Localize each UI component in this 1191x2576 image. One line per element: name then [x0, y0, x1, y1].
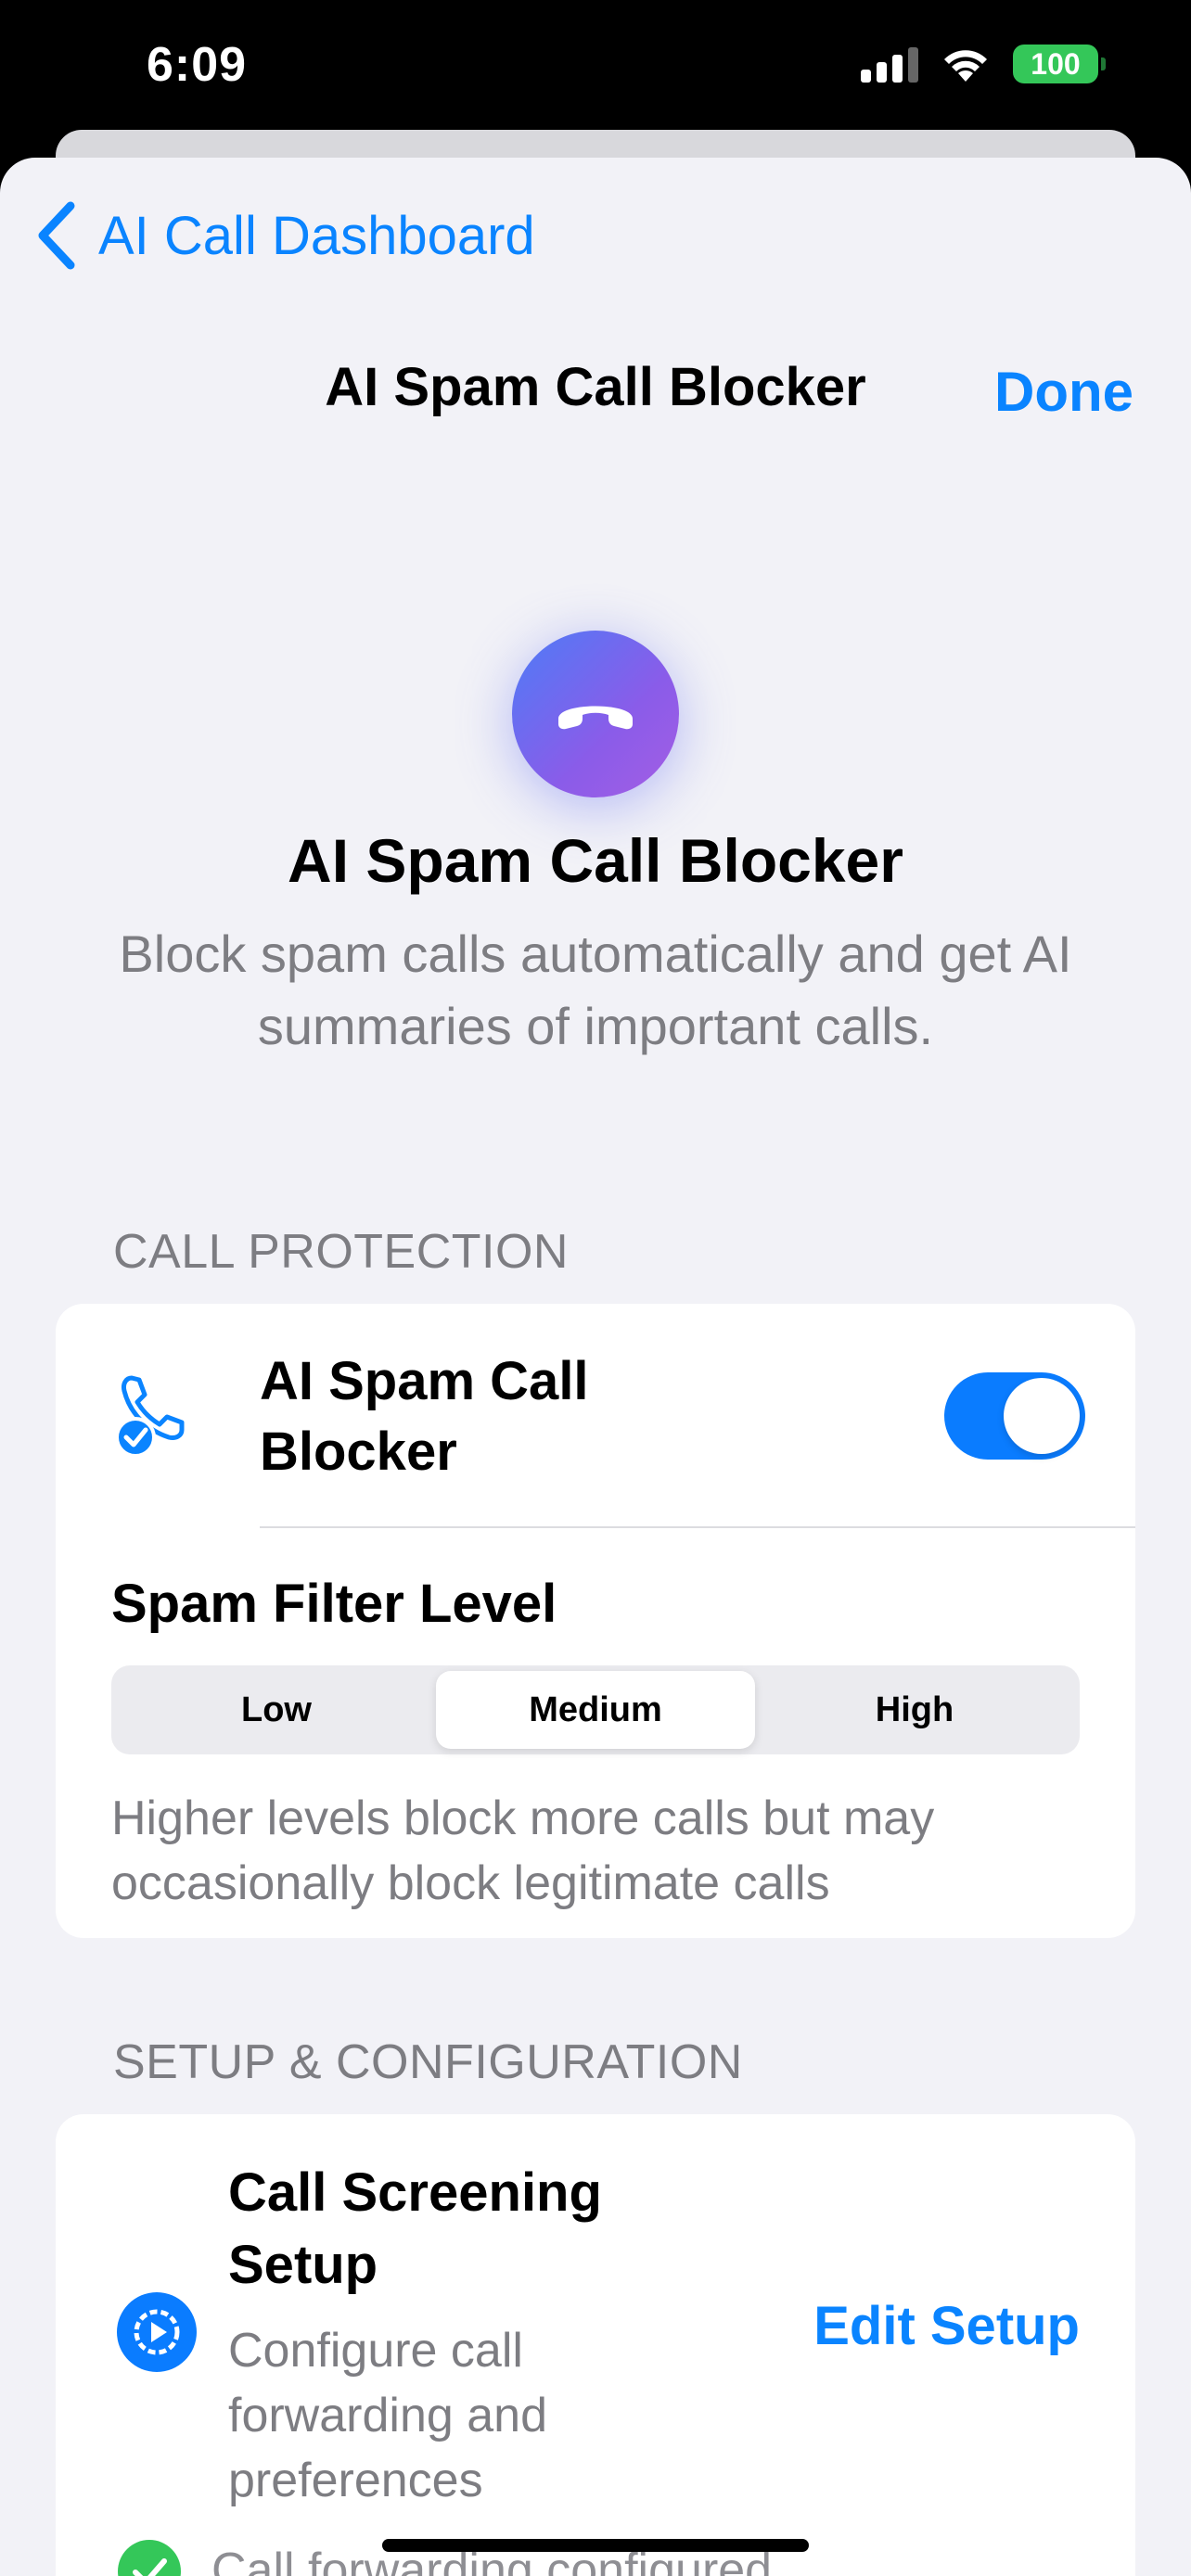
hero-description: Block spam calls automatically and get A… — [119, 925, 1072, 1055]
section-header-setup: SETUP & CONFIGURATION — [113, 2035, 743, 2089]
done-button[interactable]: Done — [994, 360, 1133, 424]
status-icons: 100 — [861, 45, 1106, 83]
setup-card: Call Screening Setup Configure call forw… — [56, 2114, 1135, 2576]
call-screening-description: Configure call forwarding and preference… — [228, 2324, 547, 2507]
checkmark-circle-icon — [118, 2540, 181, 2576]
hero-title: AI Spam Call Blocker — [288, 826, 903, 895]
status-bar: 6:09 100 — [0, 0, 1191, 139]
toggle-knob — [1004, 1378, 1080, 1454]
section-header-call-protection: CALL PROTECTION — [113, 1225, 569, 1279]
home-indicator[interactable] — [382, 2539, 809, 2552]
gear-play-icon — [117, 2292, 197, 2372]
battery-icon: 100 — [1013, 45, 1106, 83]
back-button[interactable]: AI Call Dashboard — [35, 200, 535, 271]
row-divider — [260, 1526, 1135, 1528]
spam-blocker-label: AI Spam Call Blocker — [260, 1351, 589, 1482]
back-button-label: AI Call Dashboard — [98, 205, 535, 266]
edit-setup-button[interactable]: Edit Setup — [813, 2295, 1080, 2357]
call-screening-title: Call Screening Setup — [228, 2162, 602, 2295]
settings-sheet: AI Call Dashboard AI Spam Call Blocker D… — [0, 158, 1191, 2576]
segment-high[interactable]: High — [755, 1671, 1074, 1749]
spam-filter-title: Spam Filter Level — [111, 1574, 557, 1634]
phone-check-icon — [115, 1375, 185, 1458]
call-protection-card: AI Spam Call Blocker Spam Filter Level L… — [56, 1304, 1135, 1938]
segment-medium[interactable]: Medium — [436, 1671, 755, 1749]
cellular-signal-icon — [861, 45, 918, 83]
phone-hangup-icon — [512, 631, 679, 797]
wifi-icon — [944, 50, 987, 82]
spam-filter-note: Higher levels block more calls but may o… — [111, 1792, 935, 1910]
chevron-left-icon — [38, 201, 75, 270]
spam-blocker-toggle[interactable] — [944, 1372, 1085, 1460]
spam-filter-segmented-control: Low Medium High — [111, 1665, 1080, 1754]
status-time: 6:09 — [147, 38, 248, 92]
segment-low[interactable]: Low — [117, 1671, 436, 1749]
battery-level: 100 — [1031, 46, 1081, 81]
